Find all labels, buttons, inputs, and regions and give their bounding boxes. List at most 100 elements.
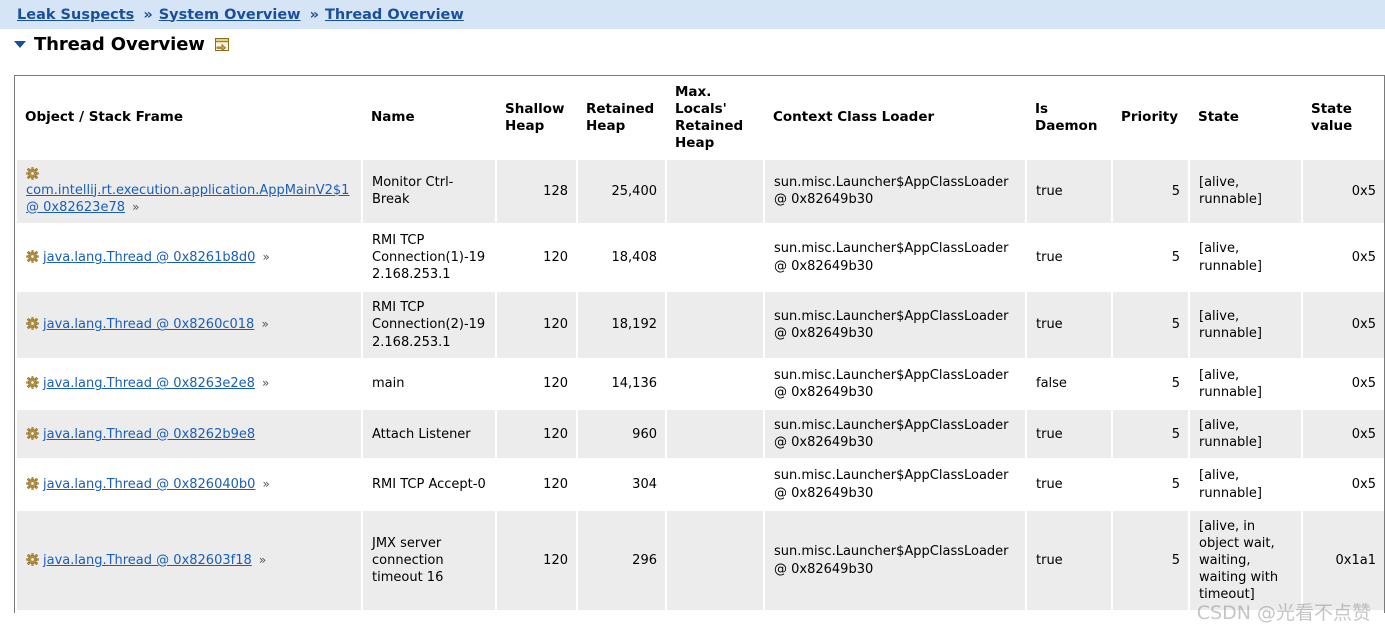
object-link[interactable]: java.lang.Thread @ 0x8260c018 [43, 317, 254, 332]
breadcrumb-link-leak-suspects[interactable]: Leak Suspects [17, 7, 134, 23]
column-header-max-locals-retained-heap[interactable]: Max. Locals' Retained Heap [666, 76, 764, 160]
breadcrumb-separator: » [309, 6, 319, 23]
cell-object-stack-frame[interactable]: java.lang.Thread @ 0x8262bb60 [15, 611, 363, 613]
cell-object-stack-frame[interactable]: com.intellij.rt.execution.application.Ap… [15, 159, 363, 225]
cell-state-value: 0x5 [1301, 409, 1384, 461]
cell-context-class-loader: sun.misc.Launcher$AppClassLoader @ 0x826… [763, 358, 1027, 411]
gear-icon [26, 376, 39, 390]
column-header-name[interactable]: Name [362, 76, 496, 160]
breadcrumb-link-system-overview[interactable]: System Overview [159, 7, 301, 23]
expand-chevron-icon[interactable]: » [263, 477, 270, 491]
table-row[interactable]: com.intellij.rt.execution.application.Ap… [15, 159, 1384, 225]
cell-name: RMI TCP Accept-0 [361, 459, 497, 511]
gear-icon [26, 426, 39, 440]
column-header-is-daemon[interactable]: Is Daemon [1026, 76, 1112, 160]
cell-max-locals-retained-heap [665, 459, 765, 511]
table-row[interactable]: java.lang.Thread @ 0x826040b0 » RMI TCP A… [15, 459, 1384, 511]
table-row[interactable]: java.lang.Thread @ 0x8261b8d0 » RMI TCP C… [15, 223, 1384, 293]
cell-state-value: 0x1a1 [1301, 509, 1384, 613]
triangle-down-icon[interactable] [14, 41, 26, 48]
cell-max-locals-retained-heap [665, 409, 765, 461]
cell-state-value: 0x5 [1301, 459, 1384, 511]
column-header-object-stack-frame[interactable]: Object / Stack Frame [16, 76, 362, 160]
table-row[interactable]: java.lang.Thread @ 0x8263e2e8 » main 120 14… [15, 358, 1384, 411]
cell-object-stack-frame[interactable]: java.lang.Thread @ 0x8261b8d0 » [15, 223, 363, 293]
cell-max-locals-retained-heap [665, 223, 765, 293]
cell-is-daemon: true [1025, 159, 1113, 225]
cell-shallow-heap: 120 [495, 291, 578, 360]
table-row[interactable]: java.lang.Thread @ 0x8262bb60Signal Disp… [15, 611, 1384, 613]
expand-chevron-icon[interactable]: » [261, 317, 268, 331]
cell-state: [alive, runnable] [1188, 223, 1303, 293]
cell-shallow-heap: 120 [495, 509, 578, 613]
cell-is-daemon: true [1025, 611, 1113, 613]
column-header-state[interactable]: State [1189, 76, 1302, 160]
cell-name: main [361, 358, 497, 411]
cell-is-daemon: true [1025, 459, 1113, 511]
table-header-row: Object / Stack Frame Name Shallow Heap R… [16, 76, 1384, 160]
cell-name: JMX server connection timeout 16 [361, 509, 497, 613]
table-row[interactable]: java.lang.Thread @ 0x8262b9e8 Attach List… [15, 409, 1384, 461]
cell-priority: 5 [1111, 291, 1190, 360]
gear-icon [26, 477, 39, 490]
object-link[interactable]: java.lang.Thread @ 0x8263e2e8 [43, 376, 255, 391]
window-export-icon[interactable] [213, 36, 230, 53]
cell-retained-heap: 296 [576, 509, 667, 613]
column-header-context-class-loader[interactable]: Context Class Loader [764, 76, 1026, 160]
cell-state: [alive, runnable] [1188, 159, 1303, 225]
breadcrumb-link-thread-overview[interactable]: Thread Overview [325, 7, 464, 23]
cell-is-daemon: true [1025, 223, 1113, 293]
object-link[interactable]: java.lang.Thread @ 0x826040b0 [43, 477, 255, 492]
cell-is-daemon: true [1025, 509, 1113, 613]
object-link[interactable]: java.lang.Thread @ 0x8261b8d0 [43, 250, 255, 265]
gear-icon [26, 250, 39, 263]
cell-object-stack-frame[interactable]: java.lang.Thread @ 0x82603f18 » [15, 509, 363, 613]
cell-state-value: 0x5 [1301, 611, 1384, 613]
cell-context-class-loader: sun.misc.Launcher$AppClassLoader @ 0x826… [763, 459, 1027, 511]
cell-name: Signal Dispatcher [361, 611, 497, 613]
expand-chevron-icon[interactable]: » [259, 553, 266, 567]
table-row[interactable]: java.lang.Thread @ 0x8260c018 » RMI TCP C… [15, 291, 1384, 360]
column-header-state-value[interactable]: State value [1302, 76, 1384, 160]
cell-state: [alive, runnable] [1188, 291, 1303, 360]
breadcrumb: Leak Suspects » System Overview » Thread… [0, 0, 1385, 29]
cell-retained-heap: 304 [576, 459, 667, 511]
object-link[interactable]: com.intellij.rt.execution.application.Ap… [26, 183, 349, 215]
cell-state: [alive, runnable] [1188, 611, 1303, 613]
cell-retained-heap: 18,192 [576, 291, 667, 360]
cell-retained-heap: 256 [576, 611, 667, 613]
column-header-priority[interactable]: Priority [1112, 76, 1189, 160]
cell-context-class-loader: sun.misc.Launcher$AppClassLoader @ 0x826… [763, 509, 1027, 613]
cell-priority: 5 [1111, 459, 1190, 511]
cell-state-value: 0x5 [1301, 291, 1384, 360]
expand-chevron-icon[interactable]: » [263, 250, 270, 264]
cell-object-stack-frame[interactable]: java.lang.Thread @ 0x826040b0 » [15, 459, 363, 511]
cell-max-locals-retained-heap [665, 159, 765, 225]
thread-table-container: Object / Stack Frame Name Shallow Heap R… [14, 75, 1385, 613]
cell-priority: 9 [1111, 611, 1190, 613]
cell-shallow-heap: 128 [495, 159, 578, 225]
cell-name: RMI TCP Connection(1)-192.168.253.1 [361, 223, 497, 293]
thread-table-head: Object / Stack Frame Name Shallow Heap R… [16, 76, 1384, 160]
cell-is-daemon: true [1025, 291, 1113, 360]
cell-retained-heap: 25,400 [576, 159, 667, 225]
cell-priority: 5 [1111, 509, 1190, 613]
object-link[interactable]: java.lang.Thread @ 0x8262b9e8 [43, 427, 255, 442]
cell-name: RMI TCP Connection(2)-192.168.253.1 [361, 291, 497, 360]
column-header-shallow-heap[interactable]: Shallow Heap [496, 76, 577, 160]
cell-object-stack-frame[interactable]: java.lang.Thread @ 0x8262b9e8 [15, 409, 363, 461]
cell-state-value: 0x5 [1301, 159, 1384, 225]
cell-shallow-heap: 120 [495, 409, 578, 461]
object-link[interactable]: java.lang.Thread @ 0x82603f18 [43, 553, 252, 568]
cell-object-stack-frame[interactable]: java.lang.Thread @ 0x8263e2e8 » [15, 358, 363, 411]
column-header-retained-heap[interactable]: Retained Heap [577, 76, 666, 160]
table-row[interactable]: java.lang.Thread @ 0x82603f18 » JMX serve… [15, 509, 1384, 613]
cell-shallow-heap: 120 [495, 459, 578, 511]
cell-state-value: 0x5 [1301, 358, 1384, 411]
gear-icon [26, 166, 39, 180]
expand-chevron-icon[interactable]: » [262, 376, 269, 390]
cell-name: Attach Listener [361, 409, 497, 461]
cell-state-value: 0x5 [1301, 223, 1384, 293]
cell-object-stack-frame[interactable]: java.lang.Thread @ 0x8260c018 » [15, 291, 363, 360]
expand-chevron-icon[interactable]: » [132, 200, 139, 214]
